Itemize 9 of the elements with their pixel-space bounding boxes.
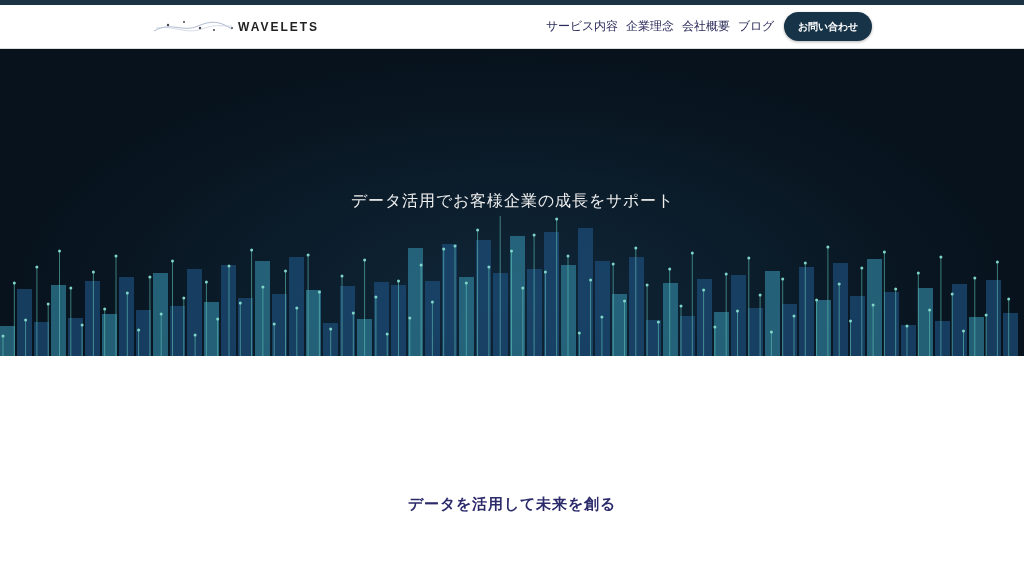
contact-button[interactable]: お問い合わせ	[784, 12, 872, 41]
nav-link[interactable]: サービス内容	[546, 18, 618, 35]
nav-link[interactable]: ブログ	[738, 18, 774, 35]
nav-link[interactable]: 会社概要	[682, 18, 730, 35]
logo-text: WAVELETS	[238, 19, 320, 34]
logo-link[interactable]: WAVELETS	[152, 16, 320, 37]
hero-tagline: データ活用でお客様企業の成長をサポート	[350, 191, 674, 212]
nav-link[interactable]: 企業理念	[626, 18, 674, 35]
section-heading: データを活用して未来を創る	[408, 495, 616, 514]
